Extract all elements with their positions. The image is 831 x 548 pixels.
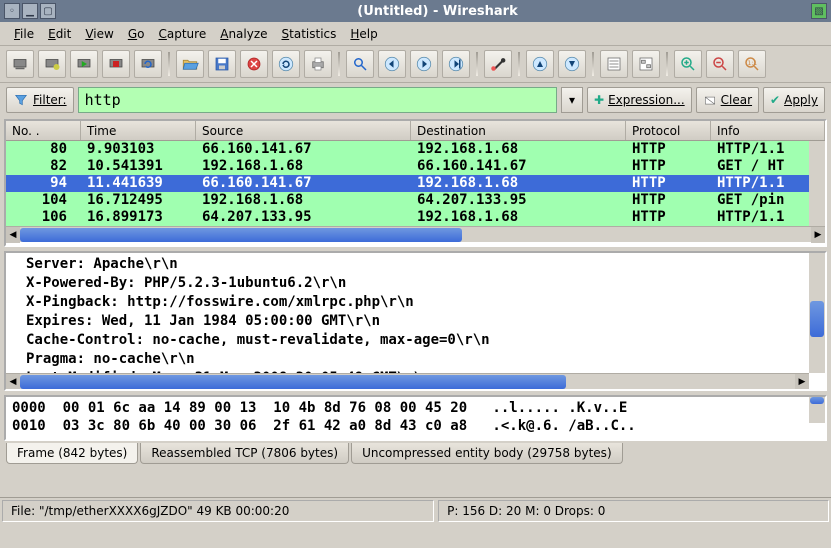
details-hscroll[interactable]: ◀ ▶ [6,373,809,389]
window-minimize-icon[interactable]: ▁ [22,3,38,19]
tab-reassembled-tcp[interactable]: Reassembled TCP (7806 bytes) [140,443,349,464]
packet-list-vscroll[interactable] [809,141,825,229]
col-source[interactable]: Source [196,121,411,140]
go-first-button[interactable] [526,50,554,78]
plus-icon: ✚ [594,93,604,107]
hex-line[interactable]: 0000 00 01 6c aa 14 89 00 13 10 4b 8d 76… [12,399,819,417]
packet-list-header: No. . Time Source Destination Protocol I… [6,121,825,141]
detail-line[interactable]: Cache-Control: no-cache, must-revalidate… [26,331,823,350]
menu-help[interactable]: Help [344,25,383,43]
interfaces-button[interactable] [6,50,34,78]
status-bar: File: "/tmp/etherXXXX6gJZDO" 49 KB 00:00… [0,497,831,524]
zoom-in-button[interactable] [674,50,702,78]
detail-line[interactable]: X-Powered-By: PHP/5.2.3-1ubuntu6.2\r\n [26,274,823,293]
hex-line[interactable]: 0010 03 3c 80 6b 40 00 30 06 2f 61 42 a0… [12,417,819,435]
window-maximize-icon[interactable]: ▢ [40,3,56,19]
status-file: File: "/tmp/etherXXXX6gJZDO" 49 KB 00:00… [2,500,434,522]
detail-line[interactable]: Pragma: no-cache\r\n [26,350,823,369]
go-back-button[interactable] [378,50,406,78]
filter-input[interactable] [79,91,556,109]
clear-label: Clear [721,93,752,107]
menubar: File Edit View Go Capture Analyze Statis… [0,22,831,46]
col-no[interactable]: No. . [6,121,81,140]
packet-row[interactable]: 10416.712495192.168.1.6864.207.133.95HTT… [6,192,825,209]
scroll-right-icon[interactable]: ▶ [795,374,809,390]
col-protocol[interactable]: Protocol [626,121,711,140]
apply-label: Apply [784,93,818,107]
zoom-reset-button[interactable]: 1:1 [738,50,766,78]
detail-line[interactable]: X-Pingback: http://fosswire.com/xmlrpc.p… [26,293,823,312]
details-vscroll[interactable] [809,253,825,373]
find-button[interactable] [346,50,374,78]
clear-icon [703,93,717,107]
go-forward-button[interactable] [410,50,438,78]
start-capture-button[interactable] [70,50,98,78]
col-info[interactable]: Info [711,121,825,140]
filter-icon [13,92,29,108]
expand-all-button[interactable] [600,50,628,78]
tab-frame[interactable]: Frame (842 bytes) [6,443,138,464]
go-last-button[interactable] [558,50,586,78]
collapse-all-button[interactable] [632,50,660,78]
menu-analyze[interactable]: Analyze [214,25,273,43]
window-title: (Untitled) - Wireshark [64,4,811,19]
packet-row[interactable]: 10616.89917364.207.133.95192.168.1.68HTT… [6,209,825,226]
menu-capture[interactable]: Capture [152,25,212,43]
filter-toolbar: Filter: ▾ ✚ Expression... Clear ✔ Apply [0,83,831,117]
detail-line[interactable]: Expires: Wed, 11 Jan 1984 05:00:00 GMT\r… [26,312,823,331]
col-destination[interactable]: Destination [411,121,626,140]
close-button[interactable] [240,50,268,78]
main-toolbar: 1:1 [0,46,831,83]
save-button[interactable] [208,50,236,78]
menu-statistics[interactable]: Statistics [276,25,343,43]
scroll-left-icon[interactable]: ◀ [6,374,20,390]
col-time[interactable]: Time [81,121,196,140]
hex-vscroll[interactable] [809,397,825,423]
stop-capture-button[interactable] [102,50,130,78]
clear-button[interactable]: Clear [696,87,759,113]
packet-list-body[interactable]: 809.90310366.160.141.67192.168.1.68HTTPH… [6,141,825,226]
packet-list-pane: No. . Time Source Destination Protocol I… [4,119,827,247]
svg-text:1:1: 1:1 [748,60,758,67]
packet-details-pane[interactable]: Server: Apache\r\nX-Powered-By: PHP/5.2.… [4,251,827,391]
filter-dropdown-button[interactable]: ▾ [561,87,583,113]
menu-file[interactable]: File [8,25,40,43]
expression-button[interactable]: ✚ Expression... [587,87,692,113]
options-button[interactable] [38,50,66,78]
menu-view[interactable]: View [79,25,119,43]
menu-edit[interactable]: Edit [42,25,77,43]
filter-button[interactable]: Filter: [6,87,74,113]
check-icon: ✔ [770,93,780,107]
scroll-right-icon[interactable]: ▶ [811,227,825,243]
status-counts: P: 156 D: 20 M: 0 Drops: 0 [438,500,829,522]
expression-label: Expression... [608,93,685,107]
window-titlebar: ◦ ▁ ▢ (Untitled) - Wireshark ▧ [0,0,831,22]
reload-button[interactable] [272,50,300,78]
window-menu-icon[interactable]: ◦ [4,3,20,19]
filter-input-wrap [78,87,557,113]
packet-bytes-pane[interactable]: 0000 00 01 6c aa 14 89 00 13 10 4b 8d 76… [4,395,827,441]
go-to-packet-button[interactable] [442,50,470,78]
packet-row[interactable]: 8210.541391192.168.1.6866.160.141.67HTTP… [6,158,825,175]
window-close-icon[interactable]: ▧ [811,3,827,19]
packet-row[interactable]: 809.90310366.160.141.67192.168.1.68HTTPH… [6,141,825,158]
scroll-left-icon[interactable]: ◀ [6,227,20,243]
filter-label: Filter: [33,93,67,107]
packet-list-hscroll[interactable]: ◀ ▶ [6,226,825,242]
detail-line[interactable]: Server: Apache\r\n [26,255,823,274]
print-button[interactable] [304,50,332,78]
open-button[interactable] [176,50,204,78]
colorize-button[interactable] [484,50,512,78]
bytes-tabs: Frame (842 bytes) Reassembled TCP (7806 … [0,443,831,466]
apply-button[interactable]: ✔ Apply [763,87,825,113]
packet-row[interactable]: 9411.44163966.160.141.67192.168.1.68HTTP… [6,175,825,192]
restart-capture-button[interactable] [134,50,162,78]
tab-uncompressed-body[interactable]: Uncompressed entity body (29758 bytes) [351,443,623,464]
zoom-out-button[interactable] [706,50,734,78]
menu-go[interactable]: Go [122,25,151,43]
